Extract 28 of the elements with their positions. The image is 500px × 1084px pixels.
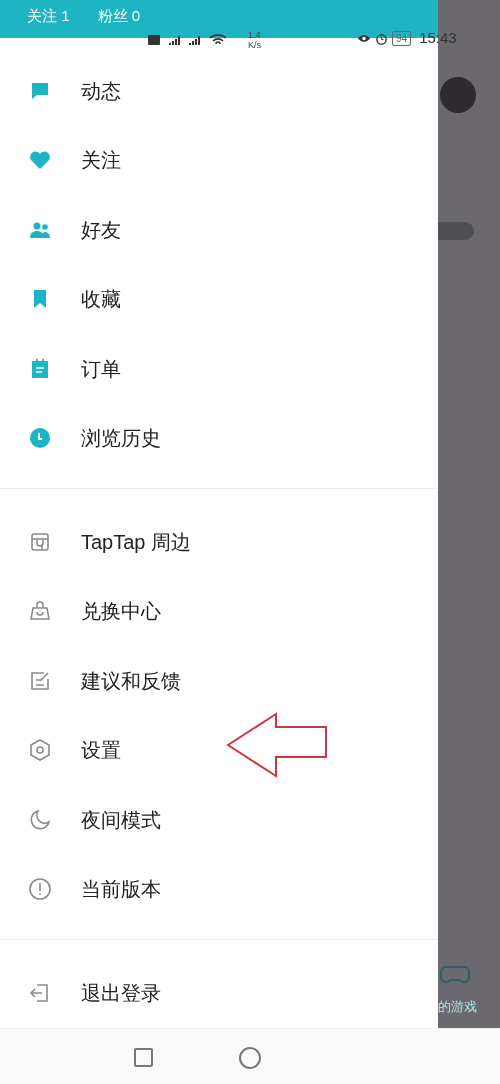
menu-item[interactable]: 当前版本 xyxy=(0,854,438,924)
menu-item[interactable]: 订单 xyxy=(0,334,438,404)
network-speed: 1.4 xyxy=(248,30,261,40)
alarm-icon xyxy=(375,31,388,45)
menu-item[interactable]: 兑换中心 xyxy=(0,576,438,646)
moon-icon xyxy=(28,807,52,832)
gamepad-icon xyxy=(440,963,470,985)
menu-item[interactable]: 建议和反馈 xyxy=(0,646,438,716)
toggle-pill xyxy=(438,222,474,240)
menu-item[interactable]: 退出登录 xyxy=(0,958,438,1028)
home-icon[interactable] xyxy=(239,1046,261,1069)
menu-item[interactable]: 好友 xyxy=(0,195,438,265)
eye-icon xyxy=(357,32,371,44)
recent-apps-icon[interactable] xyxy=(134,1047,153,1067)
menu-item[interactable]: 夜间模式 xyxy=(0,785,438,855)
menu-item[interactable]: 关注 xyxy=(0,125,438,195)
settings-icon xyxy=(28,738,52,763)
speed-unit: K/s xyxy=(248,40,261,50)
avatar xyxy=(440,77,476,113)
tab-label: 的游戏 xyxy=(438,998,477,1016)
menu-item[interactable]: 浏览历史 xyxy=(0,403,438,473)
menu-item[interactable]: TapTap 周边 xyxy=(0,507,438,577)
clock-icon xyxy=(28,426,52,451)
clock-time: 15:43 xyxy=(419,28,457,48)
info-icon xyxy=(28,877,52,902)
menu-item[interactable]: 设置 xyxy=(0,715,438,785)
menu-item[interactable]: 动态 xyxy=(0,56,438,126)
menu-item[interactable]: 收藏 xyxy=(0,264,438,334)
